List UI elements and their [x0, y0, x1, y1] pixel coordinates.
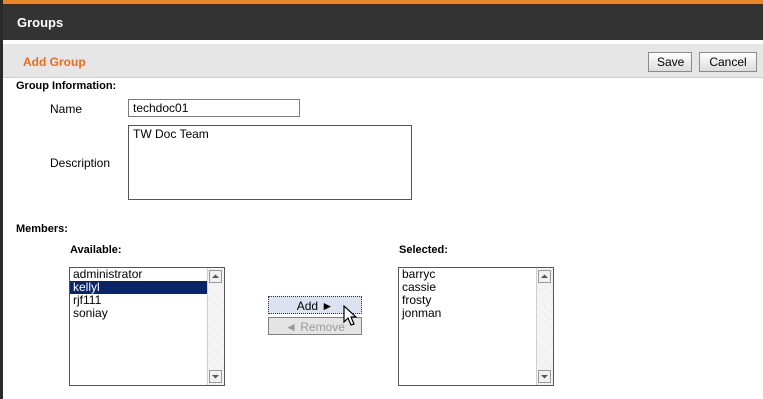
available-listbox[interactable]: administrator kellyl rjf111 soniay — [69, 267, 225, 386]
scroll-down-icon[interactable] — [209, 370, 222, 383]
scroll-down-icon[interactable] — [538, 370, 551, 383]
scroll-up-icon[interactable] — [209, 270, 222, 283]
members-heading: Members: — [16, 223, 68, 235]
list-item[interactable]: jonman — [399, 307, 536, 320]
available-heading: Available: — [70, 244, 122, 256]
selected-scrollbar[interactable] — [536, 268, 553, 385]
mouse-pointer-icon — [343, 305, 358, 326]
name-field[interactable] — [128, 99, 300, 117]
description-field[interactable]: TW Doc Team — [128, 125, 412, 200]
window-titlebar: Groups — [3, 4, 763, 40]
selected-items: barryc cassie frosty jonman — [399, 268, 536, 385]
groups-panel: Groups Add Group Save Cancel Group Infor… — [0, 0, 763, 399]
save-button[interactable]: Save — [648, 52, 692, 72]
selected-heading: Selected: — [399, 244, 448, 256]
selected-listbox[interactable]: barryc cassie frosty jonman — [398, 267, 554, 386]
available-items: administrator kellyl rjf111 soniay — [70, 268, 207, 385]
group-information-heading: Group Information: — [16, 80, 117, 92]
scroll-up-icon[interactable] — [538, 270, 551, 283]
name-label: Name — [50, 102, 83, 116]
page-title: Add Group — [23, 55, 86, 69]
available-scrollbar[interactable] — [207, 268, 224, 385]
list-item[interactable]: soniay — [70, 307, 207, 320]
cancel-button[interactable]: Cancel — [699, 52, 757, 72]
window-title: Groups — [17, 15, 64, 30]
description-label: Description — [50, 156, 111, 170]
